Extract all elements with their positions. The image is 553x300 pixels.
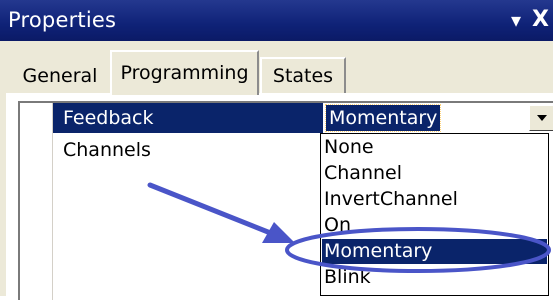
tab-programming[interactable]: Programming xyxy=(110,50,259,95)
feedback-value: Momentary xyxy=(324,104,442,132)
property-name-cell[interactable]: Channels xyxy=(53,135,323,165)
property-value-cell[interactable]: Momentary xyxy=(324,103,553,133)
option-on[interactable]: On xyxy=(322,213,547,238)
window-title: Properties xyxy=(8,8,117,32)
option-blink[interactable]: Blink xyxy=(322,265,547,290)
feedback-dropdown-list[interactable]: None Channel InvertChannel On Momentary … xyxy=(320,133,549,296)
tab-states[interactable]: States xyxy=(260,57,346,93)
close-icon[interactable]: X xyxy=(528,3,553,37)
property-row-feedback[interactable]: Feedback Momentary xyxy=(53,103,553,133)
title-bar: Properties ▾ X xyxy=(0,0,553,41)
property-name-channels: Channels xyxy=(63,139,151,161)
tab-strip: General Programming States xyxy=(0,41,553,95)
grid-gutter xyxy=(20,103,53,300)
dropdown-button[interactable] xyxy=(529,105,553,131)
option-none[interactable]: None xyxy=(322,135,547,160)
properties-window: Properties ▾ X General Programming State… xyxy=(0,0,553,300)
property-name-feedback: Feedback xyxy=(63,107,154,129)
pin-dropdown-icon[interactable]: ▾ xyxy=(504,3,528,37)
option-invertchannel[interactable]: InvertChannel xyxy=(322,187,547,212)
chevron-down-icon xyxy=(537,115,547,121)
property-name-cell[interactable]: Feedback xyxy=(53,103,323,133)
tab-general[interactable]: General xyxy=(8,57,112,93)
option-momentary[interactable]: Momentary xyxy=(322,239,547,264)
option-channel[interactable]: Channel xyxy=(322,161,547,186)
